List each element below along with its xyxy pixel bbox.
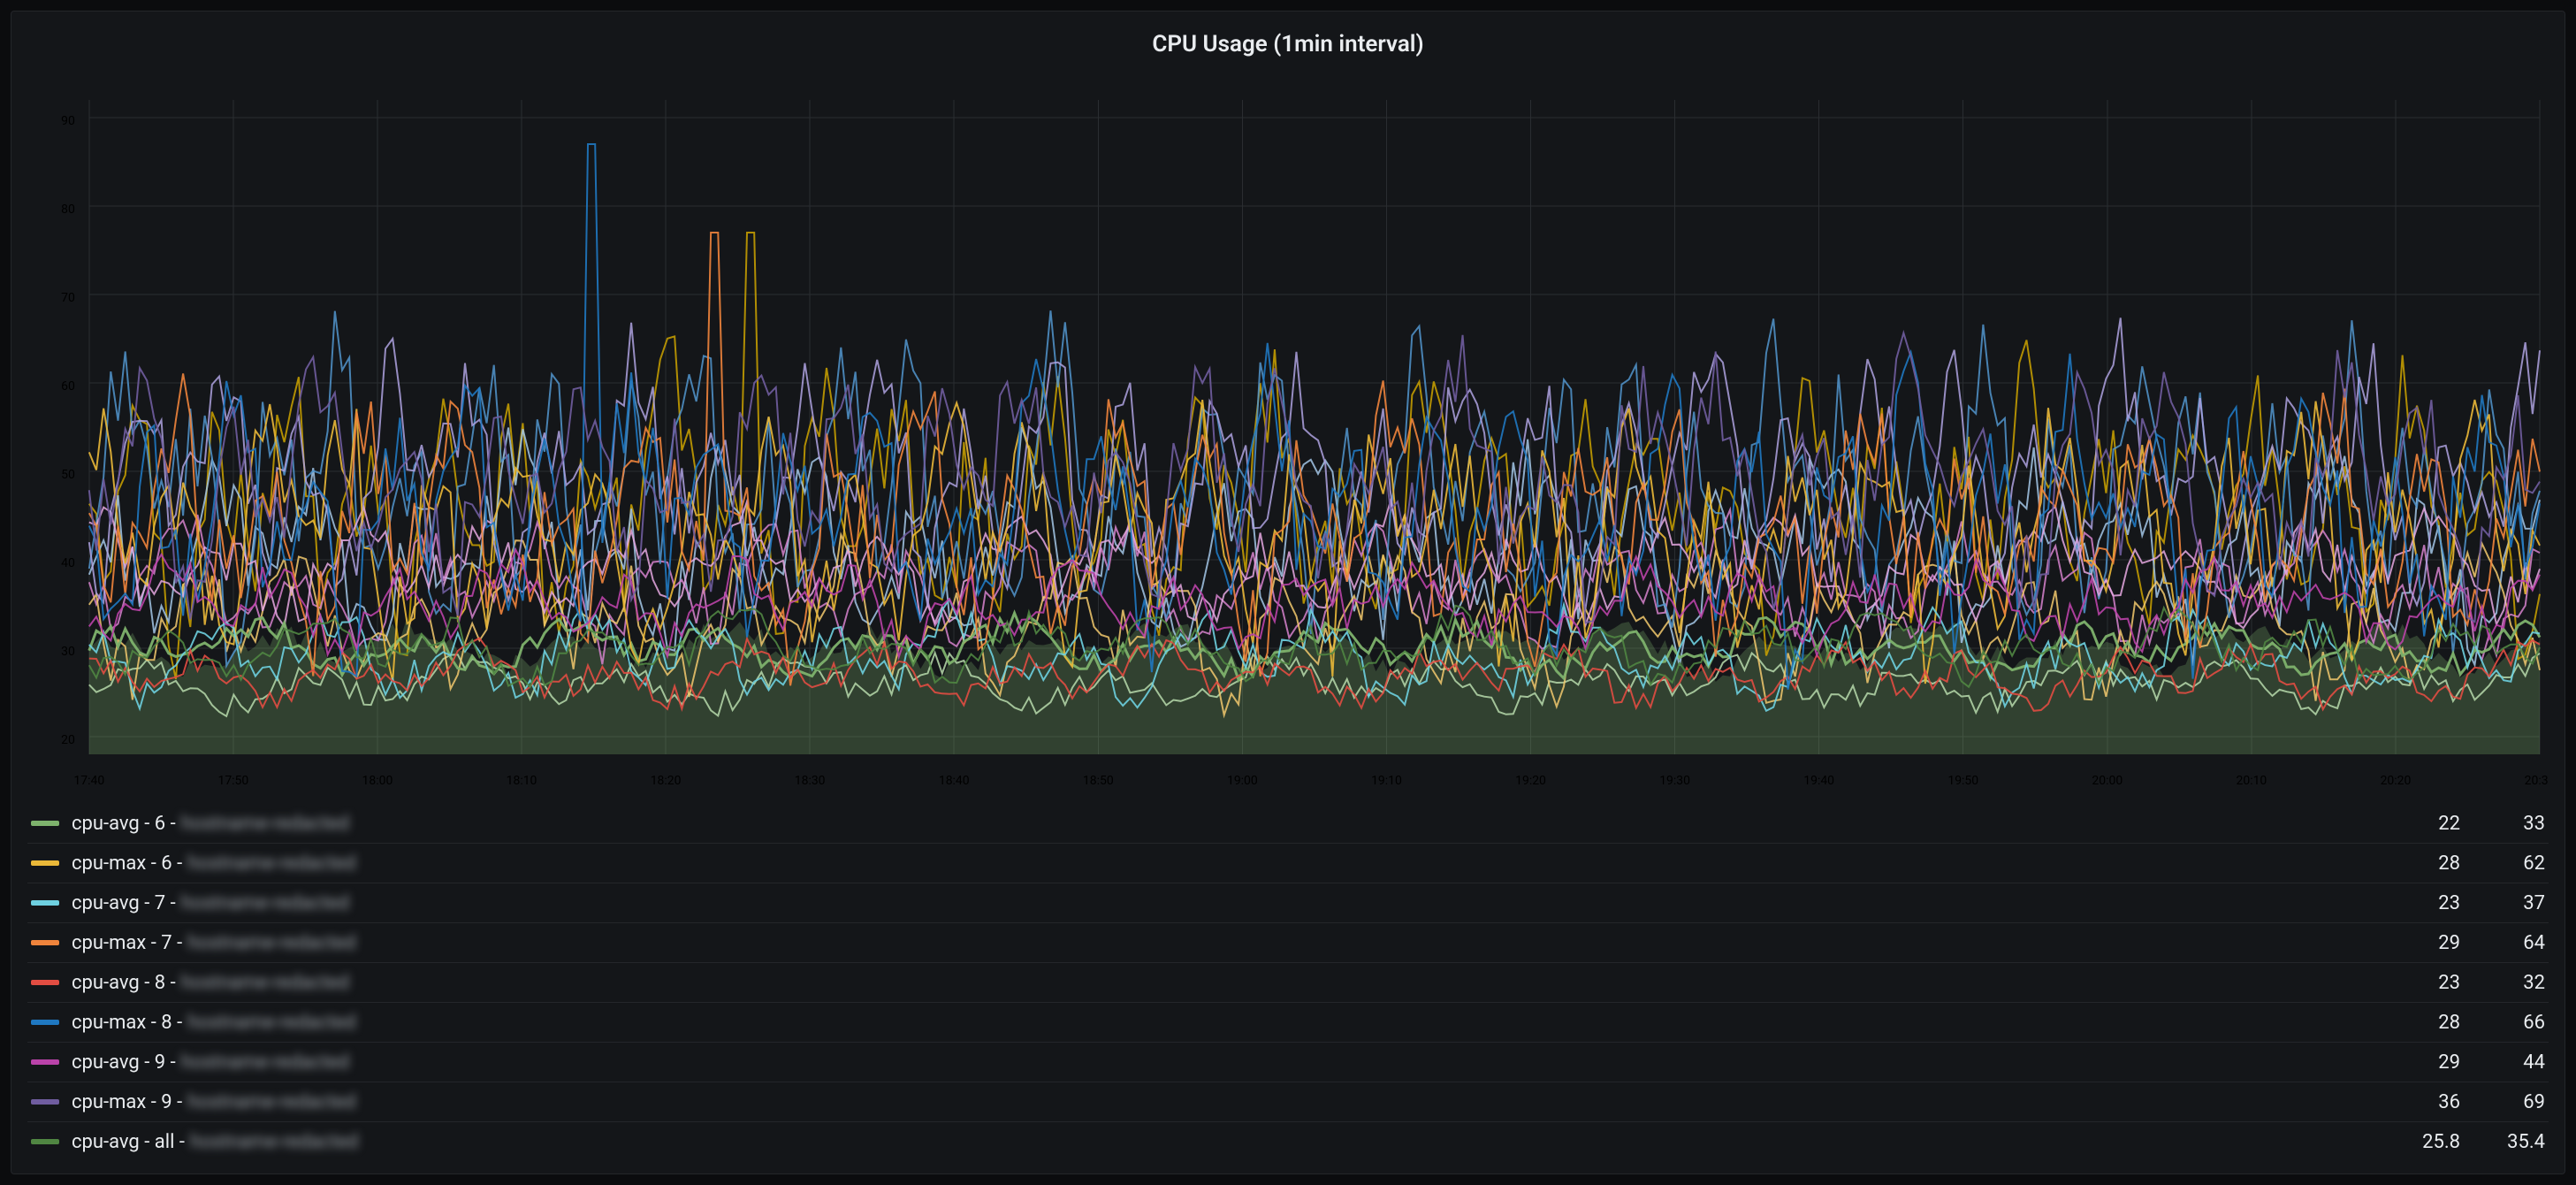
legend-item[interactable]: cpu-max - 6 -hostname-redacted 2862: [27, 844, 2549, 883]
svg-text:17:50: 17:50: [218, 774, 249, 788]
legend-value-min: 28: [2375, 1012, 2460, 1034]
svg-text:18:40: 18:40: [939, 774, 970, 788]
legend-item[interactable]: cpu-max - 7 -hostname-redacted 2964: [27, 923, 2549, 963]
legend-item[interactable]: cpu-avg - 6 -hostname-redacted 2233: [27, 804, 2549, 844]
legend-swatch: [31, 900, 59, 906]
svg-text:18:00: 18:00: [362, 774, 393, 788]
legend-value-max: 64: [2460, 932, 2545, 954]
svg-text:50: 50: [61, 468, 75, 482]
svg-text:60: 60: [61, 379, 75, 394]
legend-host-redacted: hostname-redacted: [181, 892, 349, 914]
legend-label: cpu-max - 7 -: [72, 932, 182, 954]
legend-host-redacted: hostname-redacted: [181, 813, 349, 835]
svg-text:80: 80: [61, 203, 75, 217]
svg-text:19:10: 19:10: [1371, 774, 1402, 788]
legend-swatch: [31, 1139, 59, 1144]
svg-text:20:30: 20:30: [2525, 774, 2549, 788]
legend-value-max: 37: [2460, 892, 2545, 914]
legend-value-max: 33: [2460, 813, 2545, 835]
legend-value-min: 29: [2375, 932, 2460, 954]
svg-text:40: 40: [61, 556, 75, 570]
panel-title: CPU Usage (1min interval): [27, 20, 2549, 73]
legend-value-max: 32: [2460, 972, 2545, 994]
legend-swatch: [31, 1020, 59, 1025]
legend-swatch: [31, 821, 59, 826]
svg-text:20:00: 20:00: [2092, 774, 2123, 788]
svg-text:17:40: 17:40: [73, 774, 104, 788]
svg-text:19:40: 19:40: [1803, 774, 1834, 788]
legend-value-min: 22: [2375, 813, 2460, 835]
svg-text:20:20: 20:20: [2381, 774, 2412, 788]
legend-label: cpu-max - 9 -: [72, 1091, 182, 1113]
legend-label: cpu-max - 6 -: [72, 852, 182, 875]
svg-text:70: 70: [61, 291, 75, 305]
legend-value-min: 23: [2375, 972, 2460, 994]
legend-host-redacted: hostname-redacted: [181, 1051, 349, 1074]
legend-value-max: 62: [2460, 852, 2545, 875]
legend-swatch: [31, 1099, 59, 1105]
legend-value-max: 69: [2460, 1091, 2545, 1113]
legend-item[interactable]: cpu-avg - 9 -hostname-redacted 2944: [27, 1043, 2549, 1082]
legend-host-redacted: hostname-redacted: [187, 1091, 355, 1113]
legend-label: cpu-avg - 8 -: [72, 972, 176, 994]
svg-text:20:10: 20:10: [2237, 774, 2267, 788]
legend-swatch: [31, 1059, 59, 1065]
svg-text:30: 30: [61, 645, 75, 659]
legend-value-min: 29: [2375, 1051, 2460, 1074]
legend-value-max: 44: [2460, 1051, 2545, 1074]
svg-text:18:50: 18:50: [1083, 774, 1114, 788]
legend-label: cpu-avg - 6 -: [72, 813, 176, 835]
legend-swatch: [31, 860, 59, 866]
svg-text:19:20: 19:20: [1515, 774, 1546, 788]
legend-host-redacted: hostname-redacted: [190, 1131, 358, 1153]
legend-swatch: [31, 980, 59, 985]
legend-label: cpu-avg - all -: [72, 1131, 185, 1153]
legend-item[interactable]: cpu-max - 8 -hostname-redacted 2866: [27, 1003, 2549, 1043]
legend-label: cpu-avg - 9 -: [72, 1051, 176, 1074]
legend-value-max: 66: [2460, 1012, 2545, 1034]
legend-value-min: 36: [2375, 1091, 2460, 1113]
legend-host-redacted: hostname-redacted: [181, 972, 349, 994]
legend-label: cpu-max - 8 -: [72, 1012, 182, 1034]
svg-text:18:10: 18:10: [507, 774, 537, 788]
svg-text:19:30: 19:30: [1659, 774, 1690, 788]
legend-item[interactable]: cpu-max - 9 -hostname-redacted 3669: [27, 1082, 2549, 1122]
svg-text:20: 20: [61, 733, 75, 747]
legend-value-min: 23: [2375, 892, 2460, 914]
legend-swatch: [31, 940, 59, 945]
legend-host-redacted: hostname-redacted: [187, 852, 355, 875]
legend-label: cpu-avg - 7 -: [72, 892, 176, 914]
svg-text:90: 90: [61, 114, 75, 128]
legend-host-redacted: hostname-redacted: [187, 1012, 355, 1034]
svg-text:19:50: 19:50: [1947, 774, 1978, 788]
chart-panel: CPU Usage (1min interval) 20 30 40 50 60 70 80…: [11, 11, 2565, 1174]
legend-value-min: 25.8: [2375, 1131, 2460, 1153]
svg-text:18:30: 18:30: [795, 774, 826, 788]
legend-host-redacted: hostname-redacted: [187, 932, 355, 954]
chart-legend: cpu-avg - 6 -hostname-redacted2233cpu-ma…: [27, 804, 2549, 1161]
legend-value-min: 28: [2375, 852, 2460, 875]
chart-plot-area[interactable]: 20 30 40 50 60 70 80 90 17:40 17:50 18:00 18:10 18:2…: [27, 73, 2549, 799]
legend-value-max: 35.4: [2460, 1131, 2545, 1153]
svg-text:18:20: 18:20: [651, 774, 682, 788]
svg-text:19:00: 19:00: [1227, 774, 1258, 788]
legend-item[interactable]: cpu-avg - 7 -hostname-redacted 2337: [27, 883, 2549, 923]
legend-item[interactable]: cpu-avg - 8 -hostname-redacted 2332: [27, 963, 2549, 1003]
